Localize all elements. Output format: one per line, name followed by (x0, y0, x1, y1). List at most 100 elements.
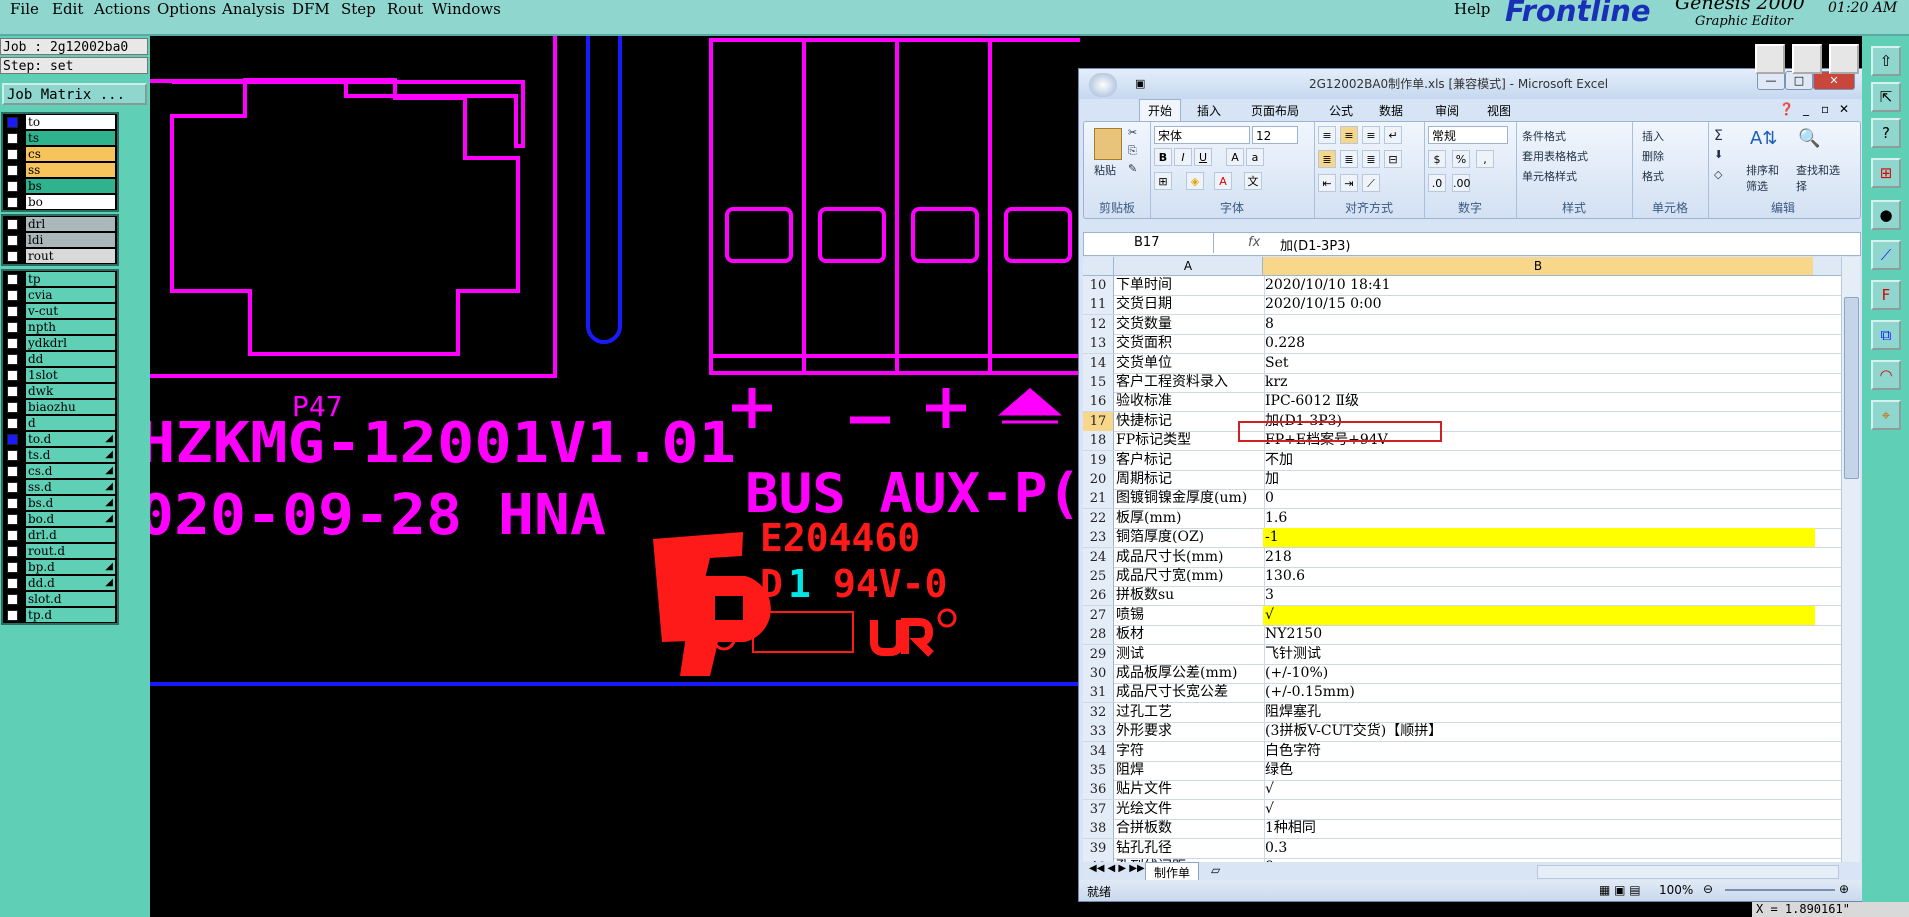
layer-row[interactable]: cvia (3, 287, 117, 303)
row-number[interactable]: 32 (1083, 702, 1114, 722)
row-number[interactable]: 26 (1083, 586, 1114, 606)
number-format-combo[interactable]: 常规 (1428, 126, 1508, 144)
help-icon[interactable]: ❓ (1779, 102, 1794, 116)
tool-btn-c-icon[interactable] (1829, 44, 1859, 74)
excel-title-bar[interactable]: ▣ 2G12002BA0制作单.xls [兼容模式] - Microsoft E… (1079, 69, 1863, 99)
cell-b[interactable]: 2020/10/15 0:00 (1263, 295, 1815, 314)
layer-name[interactable]: ss.d ◢ (26, 480, 115, 494)
cell-a[interactable]: 验收标准 (1114, 392, 1265, 412)
layer-checkbox[interactable] (7, 305, 18, 317)
cell-b[interactable]: Set (1263, 354, 1815, 373)
row-number[interactable]: 38 (1083, 819, 1114, 839)
cell-a[interactable]: 喷锡 (1114, 605, 1265, 625)
layer-checkbox[interactable] (7, 289, 18, 301)
name-box[interactable]: B17 (1084, 233, 1214, 253)
row-number[interactable]: 31 (1083, 683, 1114, 703)
cell-a[interactable]: 周期标记 (1114, 470, 1265, 489)
menu-rout[interactable]: Rout (387, 0, 423, 18)
tool-measure-icon[interactable]: ⌖ (1871, 400, 1901, 430)
percent-icon[interactable]: % (1452, 150, 1470, 168)
layer-row[interactable]: bs.d ◢ (3, 495, 117, 511)
cell-b[interactable]: 阻焊塞孔 (1263, 703, 1815, 722)
layer-name[interactable]: to (26, 115, 115, 129)
layer-checkbox[interactable] (7, 385, 18, 397)
italic-icon[interactable]: I (1174, 148, 1192, 166)
cell-b[interactable]: -1 (1263, 528, 1815, 548)
layer-checkbox[interactable] (7, 164, 18, 176)
cell-b[interactable]: √ (1263, 605, 1815, 625)
tool-snap-icon[interactable]: ● (1871, 200, 1901, 230)
sort-filter-button[interactable]: 排序和筛选 (1746, 162, 1786, 194)
row-number[interactable]: 14 (1083, 353, 1114, 373)
layer-checkbox[interactable] (7, 561, 18, 573)
menu-options[interactable]: Options (157, 0, 216, 18)
currency-icon[interactable]: $ (1428, 150, 1446, 168)
layer-checkbox[interactable] (7, 132, 18, 144)
layer-row[interactable]: ldi (3, 232, 117, 248)
row-number[interactable]: 17 (1083, 411, 1114, 431)
layer-checkbox[interactable] (7, 116, 18, 128)
layer-row[interactable]: rout (3, 248, 117, 264)
cell-b[interactable]: 0 (1263, 489, 1815, 508)
row-number[interactable]: 19 (1083, 450, 1114, 470)
row-number[interactable]: 25 (1083, 567, 1114, 586)
zoom-slider[interactable] (1725, 889, 1835, 891)
layer-name[interactable]: bp.d ◢ (26, 560, 115, 574)
font-name-combo[interactable]: 宋体 (1154, 126, 1250, 144)
cell-b[interactable]: 白色字符 (1263, 742, 1815, 761)
layer-row[interactable]: ydkdrl (3, 335, 117, 351)
layer-checkbox[interactable] (7, 465, 18, 477)
tool-zoom-icon[interactable]: ⇱ (1871, 82, 1901, 112)
tool-line-icon[interactable]: ⟋ (1871, 240, 1901, 270)
autosum-icon[interactable]: Σ (1714, 128, 1723, 144)
fill-color-icon[interactable]: ◈ (1186, 172, 1204, 190)
indent-increase-icon[interactable]: ⇥ (1340, 174, 1358, 192)
layer-row[interactable]: bp.d ◢ (3, 559, 117, 575)
cell-a[interactable]: 交货单位 (1114, 353, 1265, 373)
tool-grid-icon[interactable]: ⊞ (1871, 158, 1901, 188)
cell-a[interactable]: 图镀铜镍金厚度(um) (1114, 489, 1265, 509)
tab-review[interactable]: 审阅 (1435, 102, 1459, 119)
layer-name[interactable]: ts.d ◢ (26, 448, 115, 462)
align-center-icon[interactable]: ≣ (1340, 150, 1358, 168)
layer-checkbox[interactable] (7, 321, 18, 333)
cell-b[interactable]: krz (1263, 373, 1815, 392)
row-number[interactable]: 30 (1083, 664, 1114, 683)
layer-checkbox[interactable] (7, 545, 18, 557)
cell-a[interactable]: 阻焊 (1114, 761, 1265, 780)
layer-checkbox[interactable] (7, 234, 18, 246)
job-matrix-button[interactable]: Job Matrix ... (2, 83, 147, 105)
menu-help[interactable]: Help (1454, 0, 1490, 18)
menu-step[interactable]: Step (341, 0, 376, 18)
layer-row[interactable]: biaozhu (3, 399, 117, 415)
layer-row[interactable]: drl.d (3, 527, 117, 543)
orientation-icon[interactable]: ⟋ (1362, 174, 1380, 192)
layer-checkbox[interactable] (7, 273, 18, 285)
sheet-grid[interactable]: A B 10 下单时间 2020/10/10 18:41 11 交货日期 2020/10/… (1083, 257, 1841, 862)
row-number[interactable]: 23 (1083, 528, 1114, 548)
copy-icon[interactable]: ⎘ (1128, 144, 1137, 158)
layer-name[interactable]: cvia (26, 288, 115, 302)
save-icon[interactable]: ▣ (1135, 77, 1145, 90)
cell-a[interactable]: 合拼板数 (1114, 819, 1265, 839)
cell-a[interactable]: 交货日期 (1114, 295, 1265, 315)
layer-checkbox[interactable] (7, 481, 18, 493)
cell-a[interactable]: 交货面积 (1114, 334, 1265, 354)
decrease-decimal-icon[interactable]: .00 (1452, 174, 1471, 192)
cell-a[interactable]: 板厚(mm) (1114, 508, 1265, 528)
layer-row[interactable]: to (3, 114, 117, 130)
row-number[interactable]: 16 (1083, 392, 1114, 412)
layer-checkbox[interactable] (7, 196, 18, 208)
tab-view[interactable]: 视图 (1487, 102, 1511, 119)
layer-row[interactable]: ts (3, 130, 117, 146)
row-number[interactable]: 36 (1083, 780, 1114, 800)
sheet-nav-icon[interactable]: ◀◀ ◀ ▶ ▶▶ (1089, 863, 1145, 874)
insert-cells-button[interactable]: 插入 (1642, 128, 1664, 144)
layer-name[interactable]: dd (26, 352, 115, 366)
fill-icon[interactable]: ⬇ (1714, 148, 1723, 161)
formula-input[interactable]: 加(D1-3P3) (1280, 235, 1351, 254)
row-number[interactable]: 34 (1083, 741, 1114, 761)
menu-file[interactable]: File (10, 0, 39, 18)
cell-a[interactable]: 客户标记 (1114, 450, 1265, 470)
new-sheet-icon[interactable]: ▱ (1211, 863, 1220, 877)
